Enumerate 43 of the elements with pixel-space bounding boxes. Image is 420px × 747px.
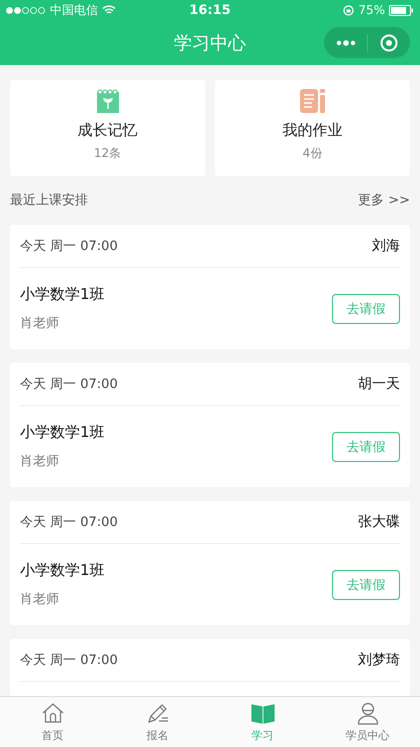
tab-item[interactable]: 报名 (105, 697, 210, 747)
tab-item[interactable]: 首页 (0, 697, 105, 747)
document-icon (300, 89, 326, 113)
student-name: 张大碟 (358, 513, 400, 531)
card-title: 成长记忆 (78, 121, 138, 140)
leave-button[interactable]: 去请假 (332, 294, 400, 324)
card-count: 4份 (302, 145, 322, 162)
tab-item[interactable]: 学习 (210, 697, 315, 747)
quick-card[interactable]: 我的作业 4份 (215, 80, 410, 176)
carrier-name: 中国电信 (50, 2, 98, 18)
lesson-time: 今天 周一 07:00 (20, 514, 118, 531)
notebook-sprout-icon (96, 89, 120, 113)
teacher-name: 肖老师 (20, 453, 60, 470)
battery-icon (388, 4, 414, 16)
course-name: 小学数学1班 (20, 423, 105, 442)
student-name: 胡一天 (358, 375, 400, 393)
quick-card[interactable]: 成长记忆 12条 (10, 80, 205, 176)
more-link[interactable]: 更多 >> (358, 191, 410, 209)
house-icon (40, 701, 64, 725)
section-title: 最近上课安排 (10, 192, 88, 209)
student-name: 刘海 (372, 237, 400, 255)
lesson-time: 今天 周一 07:00 (20, 238, 118, 255)
rotation-lock-icon (343, 4, 354, 16)
tab-item[interactable]: 学员中心 (315, 697, 420, 747)
card-title: 我的作业 (282, 121, 342, 140)
course-name: 小学数学1班 (20, 285, 105, 304)
signal-icon (6, 6, 46, 14)
leave-button[interactable]: 去请假 (332, 432, 400, 462)
page-title: 学习中心 (174, 32, 246, 54)
wifi-icon (102, 5, 116, 15)
teacher-name: 肖老师 (20, 591, 60, 608)
status-time: 16:15 (189, 2, 231, 18)
person-icon (356, 701, 380, 725)
close-icon[interactable] (380, 34, 398, 52)
card-count: 12条 (94, 145, 122, 162)
teacher-name: 肖老师 (20, 315, 60, 332)
student-name: 刘梦琦 (358, 651, 400, 669)
leave-button[interactable]: 去请假 (332, 570, 400, 600)
lesson-time: 今天 周一 07:00 (20, 652, 118, 669)
lesson-time: 今天 周一 07:00 (20, 376, 118, 393)
more-icon[interactable] (336, 40, 356, 46)
course-name: 小学数学1班 (20, 561, 105, 580)
battery-percent: 75% (358, 3, 385, 17)
